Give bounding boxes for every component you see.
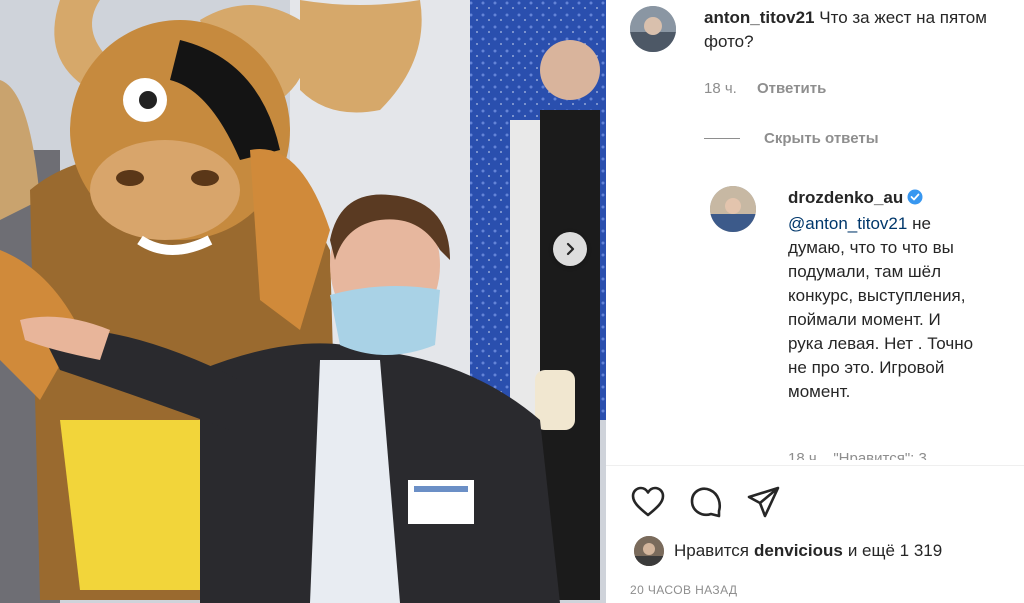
reply-avatar[interactable]	[710, 186, 756, 232]
reply-username[interactable]: drozdenko_au	[788, 188, 903, 207]
reply-mention[interactable]: @anton_titov21	[788, 214, 907, 233]
comments-list: anton_titov21 Что за жест на пятом фото?…	[606, 0, 1024, 460]
heart-icon[interactable]	[630, 484, 666, 520]
reply-button[interactable]: Ответить	[757, 80, 826, 97]
reply-text-line: конкурс, выступления,	[788, 286, 966, 305]
reply-body: drozdenko_au @anton_titov21 не думаю, чт…	[788, 186, 1016, 404]
post-timestamp[interactable]: 20 ЧАСОВ НАЗАД	[630, 583, 737, 597]
reply-text-line: не про это. Игровой	[788, 358, 945, 377]
reply-text-line: подумали, там шёл	[788, 262, 941, 281]
comments-panel: anton_titov21 Что за жест на пятом фото?…	[606, 0, 1024, 603]
comment-time: 18 ч.	[704, 80, 737, 97]
commenter-avatar[interactable]	[630, 6, 676, 52]
reply-text-line: момент.	[788, 382, 851, 401]
reply-meta: 18 ч. "Нравится": 3	[788, 450, 927, 460]
share-icon[interactable]	[746, 484, 782, 520]
likes-summary: Нравится denvicious и ещё 1 319	[634, 536, 942, 566]
likes-suffix[interactable]: и ещё 1 319	[848, 541, 942, 561]
reply-text-line: думаю, что то что вы	[788, 238, 954, 257]
comment-icon[interactable]	[688, 484, 724, 520]
hide-replies-toggle[interactable]: Скрыть ответы	[704, 130, 879, 147]
photo-illustration	[0, 0, 606, 603]
reply-text-line: не	[912, 214, 931, 233]
reply-text-line: поймали момент. И	[788, 310, 941, 329]
comment-body: anton_titov21 Что за жест на пятом фото?	[704, 6, 1004, 54]
section-divider	[606, 465, 1024, 466]
avatar-photo	[710, 186, 756, 232]
comment-meta: 18 ч. Ответить	[704, 80, 826, 97]
hide-replies-line	[704, 138, 740, 139]
next-photo-button[interactable]	[553, 232, 587, 266]
hide-replies-label: Скрыть ответы	[764, 130, 879, 147]
likes-user[interactable]: denvicious	[754, 541, 843, 561]
chevron-right-icon	[566, 242, 575, 256]
liker-avatar[interactable]	[634, 536, 664, 566]
likes-prefix: Нравится	[674, 541, 750, 560]
reply-text-line: рука левая. Нет . Точно	[788, 334, 974, 353]
avatar-photo	[630, 6, 676, 52]
post-photo	[0, 0, 606, 603]
verified-badge-icon	[907, 188, 923, 212]
action-bar	[630, 484, 782, 520]
comment-username[interactable]: anton_titov21	[704, 8, 815, 27]
